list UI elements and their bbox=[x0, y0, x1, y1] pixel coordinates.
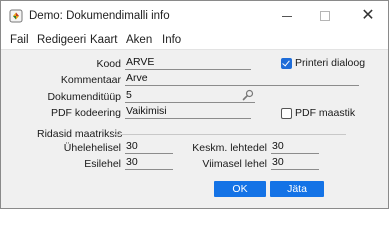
keskm-lehtedel-value: 30 bbox=[272, 140, 284, 152]
menu-bar: Fail Redigeeri Kaart Aken Info bbox=[1, 31, 388, 50]
viimasel-lehel-value: 30 bbox=[272, 156, 284, 168]
dokumendituup-field[interactable]: 5 bbox=[125, 89, 255, 103]
esilehel-value: 30 bbox=[126, 156, 138, 168]
esilehel-label: Esilehel bbox=[84, 158, 121, 170]
kommentaar-field[interactable]: Arve bbox=[125, 72, 359, 86]
checkmark-icon bbox=[282, 58, 290, 67]
uhelehelisel-field[interactable]: 30 bbox=[125, 140, 173, 154]
menu-aken[interactable]: Aken bbox=[126, 34, 152, 46]
menu-fail[interactable]: Fail bbox=[10, 34, 29, 46]
cancel-button[interactable]: Jäta bbox=[270, 181, 324, 197]
lookup-icon[interactable] bbox=[242, 89, 254, 101]
maximize-icon bbox=[320, 11, 330, 21]
window-title: Demo: Dokumendimalli info bbox=[29, 10, 170, 22]
section-title: Ridasid maatriksis bbox=[37, 128, 123, 140]
keskm-lehtedel-field[interactable]: 30 bbox=[271, 140, 319, 154]
keskm-lehtedel-label: Keskm. lehtedel bbox=[192, 142, 267, 154]
maximize-button[interactable] bbox=[302, 1, 348, 31]
pdf-kodeering-value: Vaikimisi bbox=[126, 105, 167, 117]
pdf-maastik-checkbox[interactable] bbox=[281, 108, 292, 119]
title-bar[interactable]: Demo: Dokumendimalli info ✕ bbox=[1, 1, 388, 31]
kood-label: Kood bbox=[96, 58, 121, 70]
ok-button[interactable]: OK bbox=[214, 181, 266, 197]
section-divider bbox=[113, 134, 346, 135]
kood-value: ARVE bbox=[126, 56, 155, 68]
viimasel-lehel-field[interactable]: 30 bbox=[271, 156, 319, 170]
esilehel-field[interactable]: 30 bbox=[125, 156, 173, 170]
uhelehelisel-label: Ühelehelisel bbox=[63, 142, 121, 154]
dialog-window: Demo: Dokumendimalli info ✕ Fail Redigee… bbox=[0, 0, 389, 209]
kommentaar-value: Arve bbox=[126, 72, 148, 84]
printeri-dialoog-checkbox[interactable] bbox=[281, 58, 292, 69]
dokumendituup-label: Dokumenditüüp bbox=[47, 91, 121, 103]
uhelehelisel-value: 30 bbox=[126, 140, 138, 152]
menu-kaart[interactable]: Kaart bbox=[90, 34, 118, 46]
dokumendituup-value: 5 bbox=[126, 89, 132, 101]
kood-field[interactable]: ARVE bbox=[125, 56, 251, 70]
kommentaar-label: Kommentaar bbox=[60, 74, 121, 86]
pdf-maastik-label: PDF maastik bbox=[295, 107, 356, 119]
close-icon: ✕ bbox=[361, 7, 375, 24]
menu-redigeeri[interactable]: Redigeeri bbox=[37, 34, 86, 46]
printeri-dialoog-label: Printeri dialoog bbox=[295, 57, 366, 69]
close-button[interactable]: ✕ bbox=[345, 1, 389, 31]
viimasel-lehel-label: Viimasel lehel bbox=[202, 158, 267, 170]
pdf-kodeering-field[interactable]: Vaikimisi bbox=[125, 105, 251, 119]
app-icon bbox=[9, 9, 23, 23]
pdf-kodeering-label: PDF kodeering bbox=[50, 107, 121, 119]
menu-info[interactable]: Info bbox=[162, 34, 181, 46]
minimize-icon bbox=[282, 15, 292, 17]
